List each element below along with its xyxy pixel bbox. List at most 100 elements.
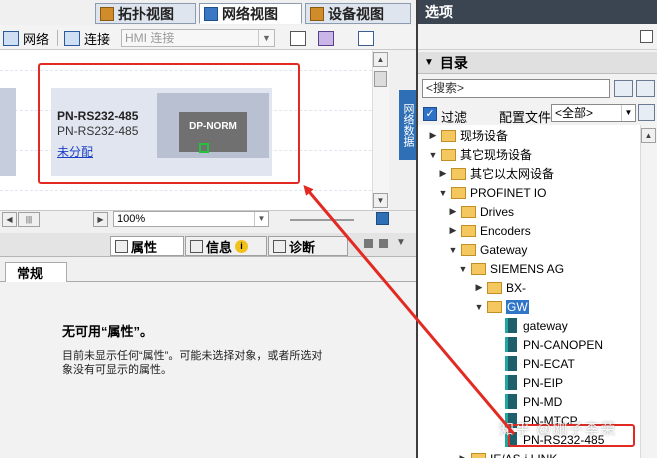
expand-icon[interactable]: ▶ [447, 225, 459, 236]
device-highlight-box [38, 63, 300, 184]
neighbor-device-card[interactable] [0, 88, 16, 176]
profile-select[interactable]: <全部> ▼ [551, 104, 636, 122]
info-icon [190, 239, 203, 253]
module-icon [505, 318, 517, 333]
folder-icon [461, 205, 476, 218]
zoom-select[interactable]: 100% ▼ [113, 211, 269, 227]
zoom-slider[interactable] [290, 219, 354, 221]
catalog-search-input[interactable]: <搜索> [422, 79, 610, 98]
scroll-right-button[interactable]: ▶ [93, 212, 108, 227]
collapse-panel-icon[interactable]: ▼ [396, 237, 406, 248]
catalog-vertical-scrollbar[interactable] [640, 125, 657, 458]
float-panel-icon[interactable] [364, 239, 373, 248]
scroll-up-button[interactable]: ▲ [641, 128, 656, 143]
diagnostics-icon [273, 239, 286, 253]
maximize-panel-icon[interactable] [379, 239, 388, 248]
module-icon [505, 356, 517, 371]
catalog-options-icon[interactable] [638, 104, 655, 121]
export-button[interactable] [358, 29, 374, 47]
tree-item[interactable]: ▼ PROFINET IO [437, 183, 547, 202]
chevron-down-icon: ▼ [424, 57, 434, 68]
tree-item[interactable]: PN-ECAT [491, 354, 575, 373]
expand-icon[interactable]: ▶ [437, 168, 449, 179]
tree-item-label: 其它现场设备 [460, 148, 533, 162]
tree-item[interactable]: gateway [491, 316, 568, 335]
tree-item-label: 现场设备 [460, 129, 509, 143]
folder-icon [487, 300, 502, 313]
folder-icon [451, 167, 466, 180]
network-data-side-tab[interactable]: 网络数据 [399, 90, 416, 160]
tree-item[interactable]: ▶ IE/AS-i LINK [457, 449, 557, 458]
tree-item[interactable]: ▶ Encoders [447, 221, 531, 240]
tree-item[interactable]: ▶ BX- [473, 278, 526, 297]
tree-item-label: 其它以太网设备 [470, 167, 555, 181]
tab-network-view[interactable]: 网络视图 [199, 3, 302, 24]
collapse-icon[interactable]: ▼ [447, 245, 459, 255]
collapse-icon[interactable]: ▼ [427, 150, 439, 160]
toolbar-divider [57, 30, 58, 46]
search-next-icon[interactable] [614, 80, 633, 97]
tree-item-label: SIEMENS AG [490, 261, 565, 276]
folder-icon [441, 148, 456, 161]
tree-item-label: Encoders [480, 223, 531, 238]
collapse-icon[interactable]: ▼ [437, 188, 449, 198]
tree-item-label: PN-CANOPEN [523, 337, 604, 352]
tree-item-label: PROFINET IO [470, 185, 547, 200]
horizontal-scroll-thumb[interactable]: ||| [18, 212, 40, 227]
export-icon [358, 30, 374, 46]
tree-item[interactable]: ▼ Gateway [447, 240, 528, 259]
info-badge-icon: i [235, 239, 249, 253]
scroll-down-button[interactable]: ▼ [373, 193, 388, 208]
tree-item[interactable]: ▶ Drives [447, 202, 514, 221]
tree-item[interactable]: ▼ 其它现场设备 [427, 145, 532, 164]
scroll-up-button[interactable]: ▲ [373, 52, 388, 67]
hmi-connection-select[interactable]: HMI 连接 ▼ [121, 29, 275, 47]
network-button[interactable]: 网络 [3, 29, 49, 47]
tab-diagnostics[interactable]: 诊断 [268, 236, 348, 256]
module-icon [505, 337, 517, 352]
module-icon [505, 394, 517, 409]
catalog-header[interactable]: ▼ 目录 [418, 52, 657, 74]
folder-icon [471, 452, 486, 458]
search-previous-icon[interactable] [636, 80, 655, 97]
connect-button[interactable]: 连接 [64, 29, 110, 47]
filter-checkbox[interactable]: ✓ [423, 107, 437, 121]
device-view-icon [310, 6, 324, 21]
tree-item[interactable]: ▼ GW [473, 297, 529, 316]
filter-label: 过滤 [441, 110, 468, 125]
network-overview-button[interactable] [318, 29, 334, 47]
folder-icon [461, 243, 476, 256]
tab-topology-view[interactable]: 拓扑视图 [95, 3, 196, 24]
tree-item[interactable]: PN-MD [491, 392, 562, 411]
tree-item[interactable]: ▶ 其它以太网设备 [437, 164, 554, 183]
scroll-thumb[interactable] [374, 71, 387, 87]
network-toolbar: 网络 连接 HMI 连接 ▼ [0, 25, 416, 50]
tree-item[interactable]: ▶ 现场设备 [427, 126, 508, 145]
tree-item[interactable]: PN-CANOPEN [491, 335, 603, 354]
tree-item-label: Drives [480, 204, 515, 219]
network-view-icon [204, 6, 218, 21]
chevron-down-icon: ▼ [621, 105, 635, 121]
panel-layout-icon[interactable] [640, 30, 653, 43]
collapse-icon[interactable]: ▼ [457, 264, 469, 274]
expand-icon[interactable]: ▶ [457, 453, 469, 458]
scroll-left-button[interactable]: ◀ [2, 212, 17, 227]
expand-icon[interactable]: ▶ [473, 282, 485, 293]
tree-item[interactable]: PN-EIP [491, 373, 563, 392]
tab-general[interactable]: 常规 [5, 262, 67, 282]
topology-view-icon [100, 6, 114, 21]
network-icon [3, 30, 19, 46]
tab-info[interactable]: 信息 i [185, 236, 267, 256]
tree-item[interactable]: ▼ SIEMENS AG [457, 259, 565, 278]
tab-properties[interactable]: 属性 [110, 236, 184, 256]
expand-icon[interactable]: ▶ [447, 206, 459, 217]
collapse-icon[interactable]: ▼ [473, 302, 485, 312]
folder-icon [471, 262, 486, 275]
overview-navigation-icon[interactable] [376, 212, 389, 225]
chevron-down-icon: ▼ [258, 30, 274, 46]
tab-device-view[interactable]: 设备视图 [305, 3, 411, 24]
name-tool-button[interactable] [290, 29, 306, 47]
tree-item-label: PN-ECAT [523, 356, 575, 371]
expand-icon[interactable]: ▶ [427, 130, 439, 141]
folder-icon [461, 224, 476, 237]
